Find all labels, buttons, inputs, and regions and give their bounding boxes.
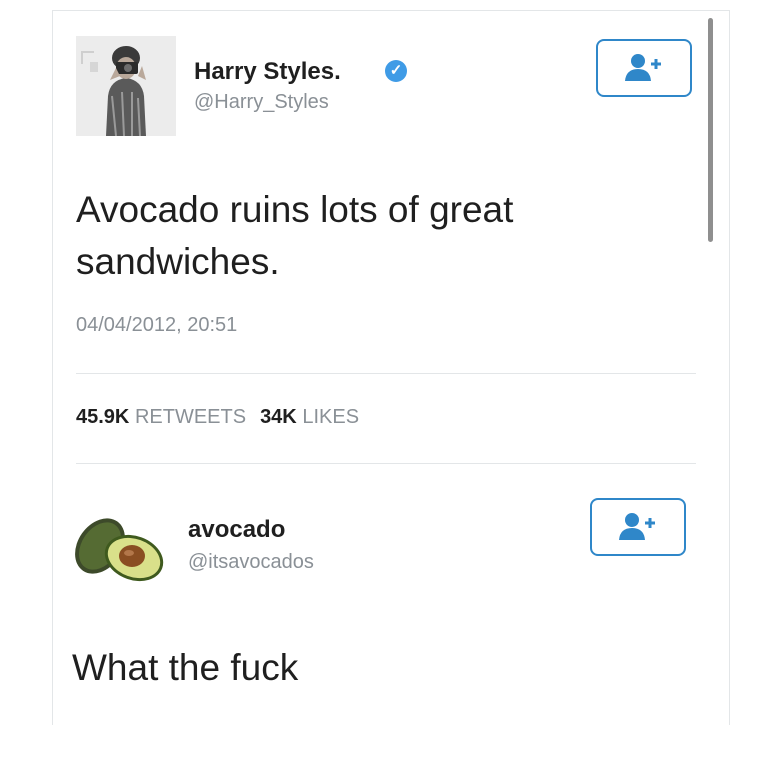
add-user-icon <box>619 513 655 540</box>
avatar[interactable] <box>76 36 176 136</box>
follow-button[interactable] <box>590 498 686 556</box>
retweets-label[interactable]: RETWEETS <box>135 406 246 428</box>
verified-badge-icon: ✓ <box>385 60 407 82</box>
divider <box>76 373 696 374</box>
author-name[interactable]: avocado <box>188 516 285 544</box>
follow-button[interactable] <box>596 39 692 97</box>
likes-label[interactable]: LIKES <box>302 406 359 428</box>
likes-count[interactable]: 34K <box>260 406 297 428</box>
tweet-text: Avocado ruins lots of great sandwiches. <box>76 189 514 282</box>
tweet-timestamp[interactable]: 04/04/2012, 20:51 <box>76 314 237 337</box>
add-user-icon <box>625 54 661 81</box>
author-handle[interactable]: @Harry_Styles <box>194 91 329 114</box>
reply-text: What the fuck <box>72 647 299 688</box>
tweet-stats: 45.9K RETWEETS 34K LIKES <box>76 406 359 429</box>
retweets-count[interactable]: 45.9K <box>76 406 129 428</box>
author-handle[interactable]: @itsavocados <box>188 551 314 574</box>
author-name[interactable]: Harry Styles. <box>194 58 341 86</box>
avocado-avatar[interactable] <box>72 508 172 588</box>
divider <box>76 463 696 464</box>
scrollbar[interactable] <box>708 18 713 242</box>
